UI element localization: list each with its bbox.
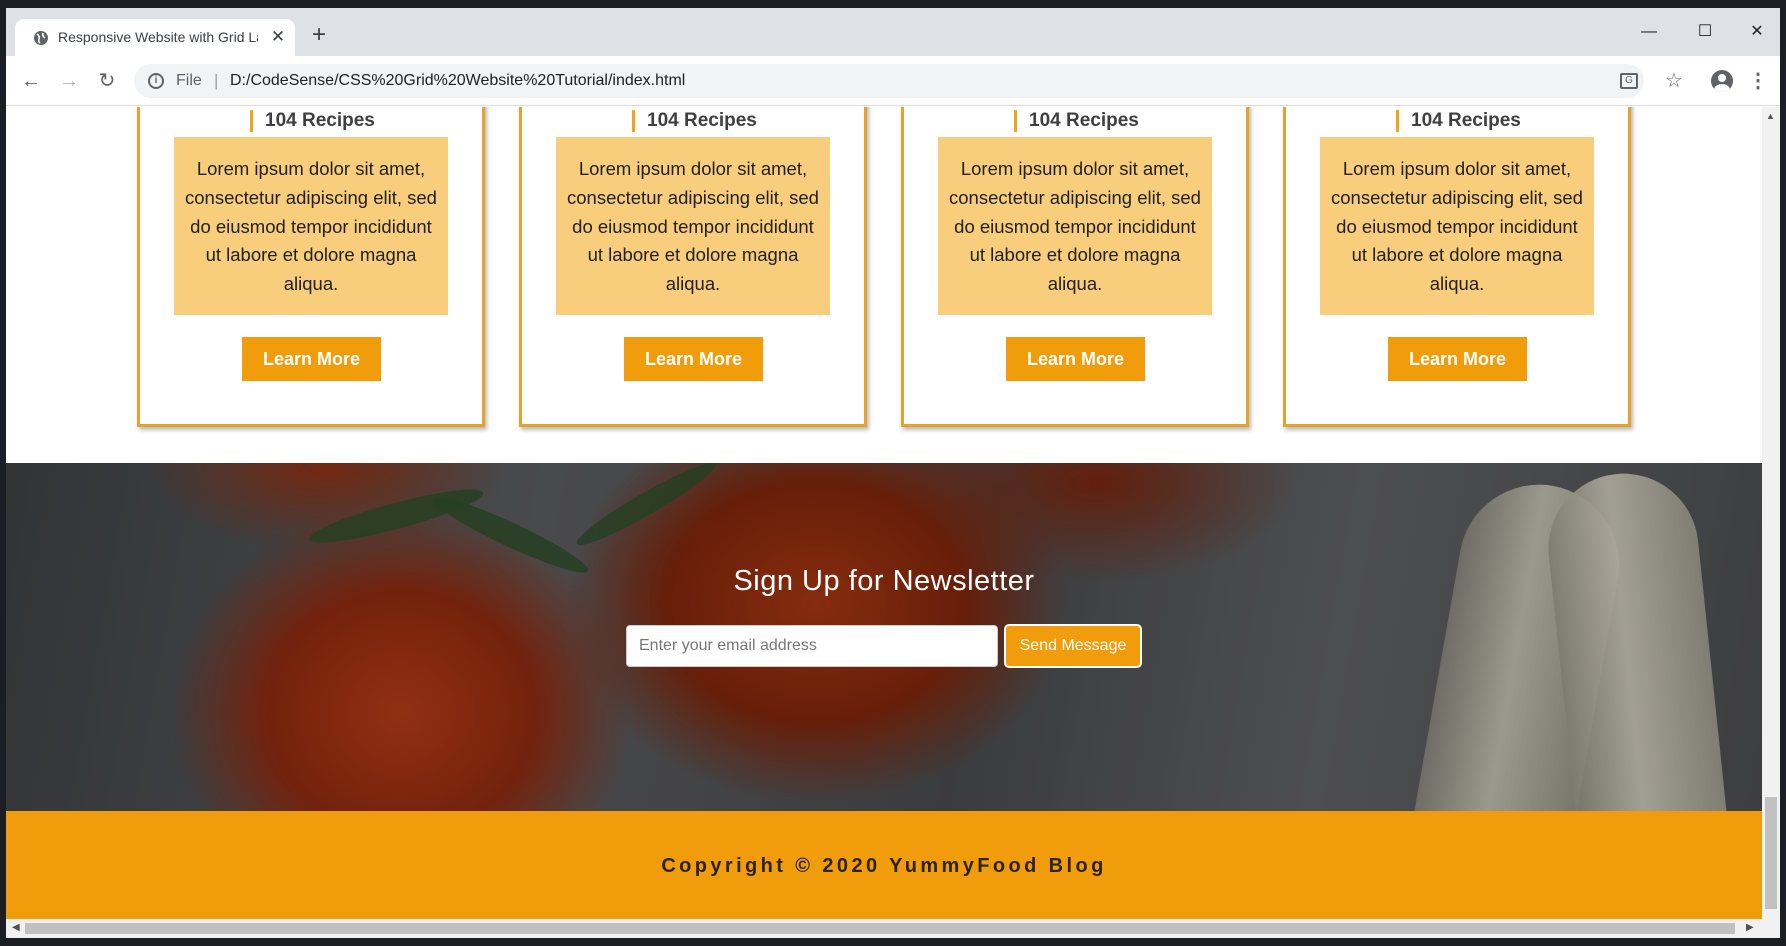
recipe-count: 104 Recipes bbox=[250, 110, 375, 132]
recipe-count: 104 Recipes bbox=[1014, 110, 1139, 132]
card-description: Lorem ipsum dolor sit amet, consectetur … bbox=[174, 137, 448, 315]
scroll-left-icon[interactable]: ◀ bbox=[12, 922, 20, 933]
footer: Copyright © 2020 YummyFood Blog bbox=[6, 811, 1762, 919]
address-toolbar: ← → ↻ i File | D:/CodeSense/CSS%20Grid%2… bbox=[6, 56, 1780, 106]
recipe-count: 104 Recipes bbox=[1396, 110, 1521, 132]
vertical-scrollbar[interactable]: ▲ bbox=[1762, 107, 1780, 919]
reload-icon[interactable]: ↻ bbox=[92, 66, 122, 96]
learn-more-button[interactable]: Learn More bbox=[1388, 337, 1527, 381]
newsletter-heading: Sign Up for Newsletter bbox=[733, 565, 1035, 597]
profile-avatar-icon[interactable] bbox=[1711, 70, 1733, 92]
email-input[interactable]: Enter your email address bbox=[626, 625, 998, 667]
card-description: Lorem ipsum dolor sit amet, consectetur … bbox=[938, 137, 1212, 315]
translate-icon[interactable]: G bbox=[1620, 73, 1638, 89]
page-viewport: 104 Recipes Lorem ipsum dolor sit amet, … bbox=[6, 107, 1762, 919]
send-message-button[interactable]: Send Message bbox=[1004, 624, 1142, 668]
browser-menu-icon[interactable]: ⋮ bbox=[1748, 66, 1768, 96]
bookmark-star-icon[interactable]: ☆ bbox=[1660, 66, 1688, 96]
forward-icon[interactable]: → bbox=[54, 66, 84, 96]
tab-bar: Responsive Website with Grid La ✕ + — ☐ … bbox=[6, 8, 1780, 56]
vertical-scroll-thumb[interactable] bbox=[1765, 797, 1777, 909]
scroll-up-icon[interactable]: ▲ bbox=[1766, 111, 1775, 121]
url-scheme: File bbox=[176, 72, 202, 89]
recipe-count: 104 Recipes bbox=[632, 110, 757, 132]
recipe-card: 104 Recipes Lorem ipsum dolor sit amet, … bbox=[1283, 107, 1631, 427]
horizontal-scrollbar[interactable]: ◀ ▶ bbox=[6, 919, 1780, 938]
url-separator: | bbox=[214, 71, 219, 90]
horizontal-scroll-thumb[interactable] bbox=[25, 923, 1735, 934]
copyright-text: Copyright © 2020 YummyFood Blog bbox=[661, 855, 1107, 877]
card-description: Lorem ipsum dolor sit amet, consectetur … bbox=[556, 137, 830, 315]
browser-window: Responsive Website with Grid La ✕ + — ☐ … bbox=[6, 8, 1780, 938]
url-text[interactable]: D:/CodeSense/CSS%20Grid%20Website%20Tuto… bbox=[230, 72, 685, 90]
new-tab-button[interactable]: + bbox=[306, 22, 332, 48]
active-tab[interactable]: Responsive Website with Grid La ✕ bbox=[15, 19, 295, 56]
scroll-right-icon[interactable]: ▶ bbox=[1746, 922, 1754, 933]
newsletter-section: Sign Up for Newsletter Enter your email … bbox=[6, 463, 1762, 811]
recipe-card: 104 Recipes Lorem ipsum dolor sit amet, … bbox=[137, 107, 485, 427]
recipe-cards-section: 104 Recipes Lorem ipsum dolor sit amet, … bbox=[6, 107, 1762, 463]
recipe-card: 104 Recipes Lorem ipsum dolor sit amet, … bbox=[901, 107, 1249, 427]
maximize-icon[interactable]: ☐ bbox=[1682, 14, 1728, 50]
minimize-icon[interactable]: — bbox=[1626, 14, 1672, 50]
learn-more-button[interactable]: Learn More bbox=[242, 337, 381, 381]
globe-icon bbox=[34, 31, 48, 45]
recipe-card: 104 Recipes Lorem ipsum dolor sit amet, … bbox=[519, 107, 867, 427]
info-icon[interactable]: i bbox=[148, 73, 164, 89]
close-window-icon[interactable]: ✕ bbox=[1734, 14, 1780, 50]
back-icon[interactable]: ← bbox=[16, 66, 46, 96]
learn-more-button[interactable]: Learn More bbox=[624, 337, 763, 381]
card-description: Lorem ipsum dolor sit amet, consectetur … bbox=[1320, 137, 1594, 315]
address-bar[interactable]: i File | D:/CodeSense/CSS%20Grid%20Websi… bbox=[134, 64, 1644, 98]
tab-close-icon[interactable]: ✕ bbox=[269, 28, 287, 46]
tab-title: Responsive Website with Grid La bbox=[58, 29, 258, 45]
learn-more-button[interactable]: Learn More bbox=[1006, 337, 1145, 381]
